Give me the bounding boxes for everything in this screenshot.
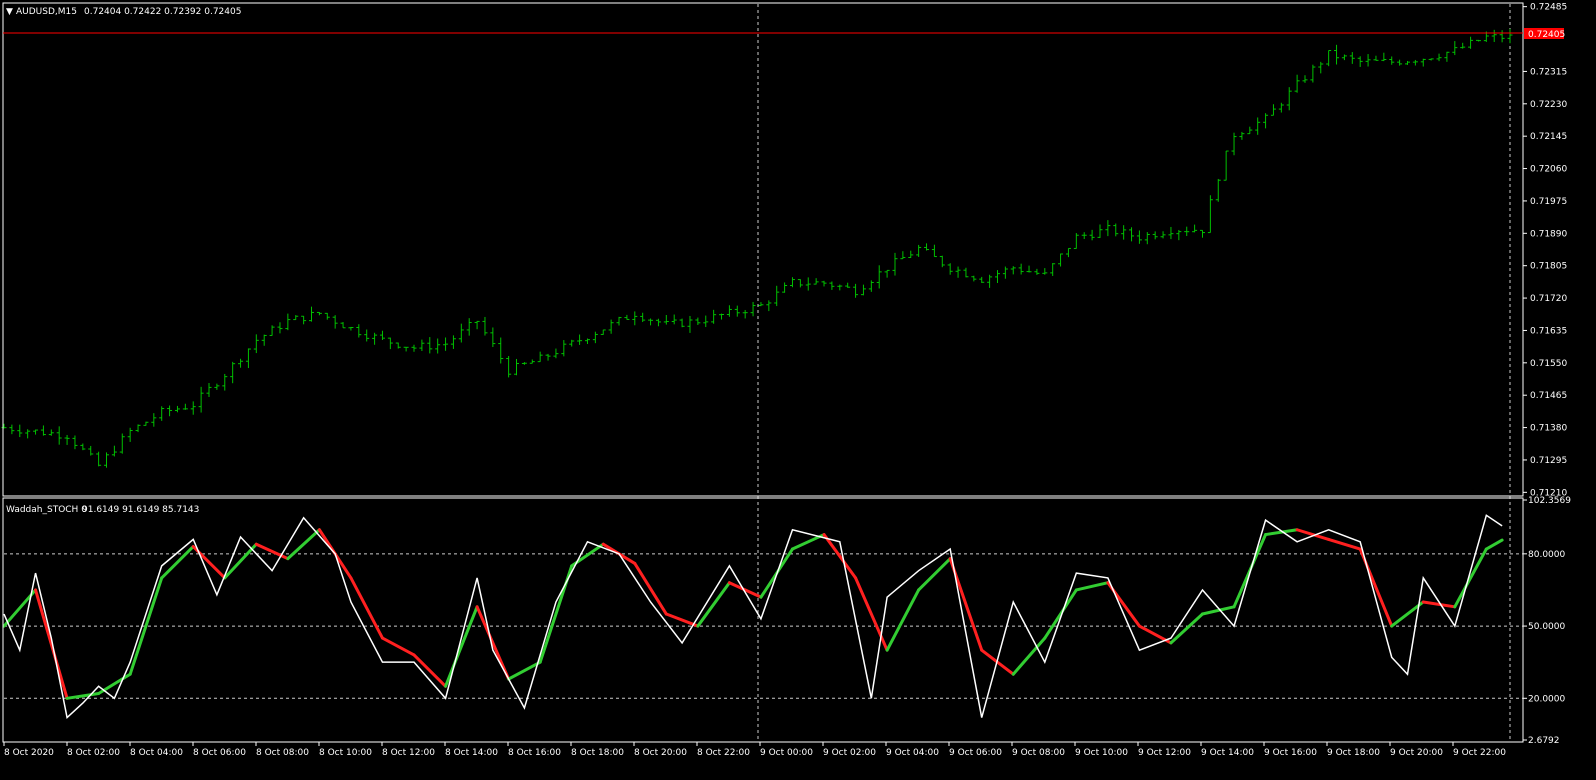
indicator-tick-label: 2.6792 (1528, 736, 1560, 746)
chart-canvas[interactable]: 0.72405 ▼ AUDUSD,M15 0.72404 0.72422 0.7… (0, 0, 1596, 780)
time-tick-label: 8 Oct 16:00 (508, 748, 561, 758)
price-tick-label: 0.72145 (1530, 132, 1567, 142)
time-tick-label: 9 Oct 16:00 (1264, 748, 1317, 758)
time-tick-label: 8 Oct 20:00 (634, 748, 687, 758)
time-tick-label: 9 Oct 08:00 (1012, 748, 1065, 758)
time-tick-label: 9 Oct 06:00 (949, 748, 1002, 758)
time-tick-label: 9 Oct 02:00 (823, 748, 876, 758)
time-tick-label: 9 Oct 14:00 (1201, 748, 1254, 758)
time-tick-label: 9 Oct 10:00 (1075, 748, 1128, 758)
price-tick-label: 0.71805 (1530, 262, 1567, 272)
time-tick-label: 8 Oct 02:00 (67, 748, 120, 758)
time-tick-label: 9 Oct 00:00 (760, 748, 813, 758)
price-tick-label: 0.71295 (1530, 456, 1567, 466)
price-tick-label: 0.71550 (1530, 359, 1567, 369)
symbol-dropdown-icon[interactable]: ▼ (6, 7, 13, 17)
price-tick-label: 0.71720 (1530, 294, 1567, 304)
price-tick-label: 0.71890 (1530, 229, 1567, 239)
price-tick-label: 0.71465 (1530, 391, 1567, 401)
indicator-name: Waddah_STOCH 0 (6, 505, 87, 515)
price-tick-label: 0.71635 (1530, 326, 1567, 336)
time-tick-label: 8 Oct 06:00 (193, 748, 246, 758)
time-tick-label: 8 Oct 12:00 (382, 748, 435, 758)
symbol-label: AUDUSD,M15 (16, 7, 77, 17)
time-tick-label: 9 Oct 22:00 (1453, 748, 1506, 758)
time-tick-label: 8 Oct 22:00 (697, 748, 750, 758)
time-tick-label: 8 Oct 04:00 (130, 748, 183, 758)
price-tick-label: 0.72315 (1530, 67, 1567, 77)
time-tick-label: 8 Oct 18:00 (571, 748, 624, 758)
time-tick-label: 9 Oct 04:00 (886, 748, 939, 758)
chart-background (0, 0, 1596, 780)
indicator-tick-label: 80.0000 (1528, 550, 1565, 560)
time-tick-label: 9 Oct 20:00 (1390, 748, 1443, 758)
price-tick-label: 0.72060 (1530, 165, 1567, 175)
indicator-tick-label: 102.3569 (1528, 496, 1571, 506)
price-tick-label: 0.72230 (1530, 100, 1567, 110)
time-tick-label: 9 Oct 18:00 (1327, 748, 1380, 758)
price-tick-label: 0.71380 (1530, 424, 1567, 434)
time-tick-label: 8 Oct 2020 (4, 748, 54, 758)
time-tick-label: 8 Oct 14:00 (445, 748, 498, 758)
indicator-tick-label: 20.0000 (1528, 694, 1565, 704)
time-tick-label: 9 Oct 12:00 (1138, 748, 1191, 758)
time-tick-label: 8 Oct 08:00 (256, 748, 309, 758)
price-tick-label: 0.71975 (1530, 197, 1567, 207)
price-tick-label: 0.72485 (1530, 3, 1567, 13)
indicator-tick-label: 50.0000 (1528, 622, 1565, 632)
indicator-values: 91.6149 91.6149 85.7143 (82, 505, 199, 515)
ohlc-readout: 0.72404 0.72422 0.72392 0.72405 (84, 7, 241, 17)
current-price-label: 0.72405 (1528, 30, 1565, 40)
time-tick-label: 8 Oct 10:00 (319, 748, 372, 758)
